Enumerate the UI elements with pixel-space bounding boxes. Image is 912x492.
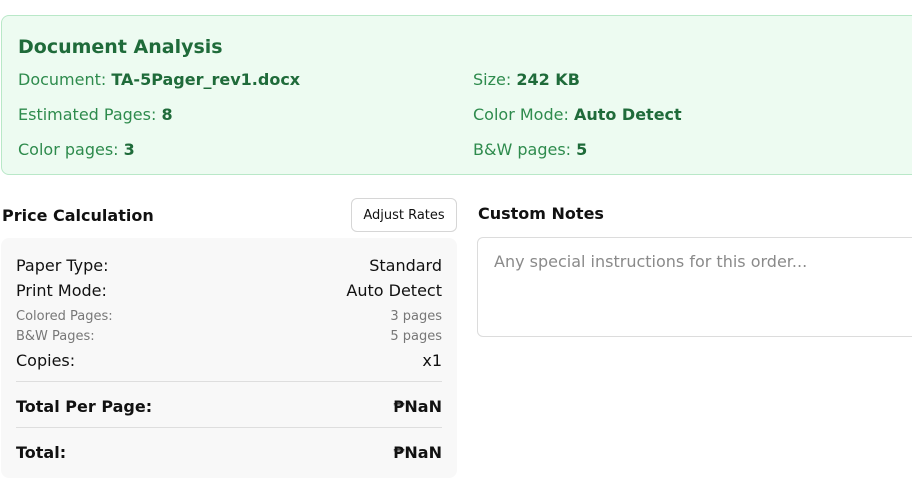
colored-pages-row: Colored Pages: 3 pages bbox=[16, 309, 442, 324]
copies-row: Copies: x1 bbox=[16, 351, 442, 370]
bw-pages-price-row: B&W Pages: 5 pages bbox=[16, 329, 442, 344]
total-value: ₱NaN bbox=[393, 443, 442, 462]
document-analysis-title: Document Analysis bbox=[18, 36, 223, 58]
custom-notes-heading: Custom Notes bbox=[478, 204, 604, 223]
estimated-pages-label: Estimated Pages: bbox=[18, 105, 162, 124]
copies-label: Copies: bbox=[16, 351, 76, 370]
total-per-page-value: ₱NaN bbox=[393, 397, 442, 416]
document-size-row: Size: 242 KB bbox=[473, 70, 580, 89]
price-calculation-heading: Price Calculation bbox=[2, 206, 154, 225]
bw-pages-value: 5 bbox=[576, 140, 588, 159]
colored-pages-value: 3 pages bbox=[390, 309, 442, 324]
bw-pages-price-label: B&W Pages: bbox=[16, 329, 95, 344]
adjust-rates-button[interactable]: Adjust Rates bbox=[351, 198, 457, 232]
document-analysis-card: Document Analysis Document: TA-5Pager_re… bbox=[1, 15, 912, 175]
document-size-value: 242 KB bbox=[516, 70, 580, 89]
color-mode-label: Color Mode: bbox=[473, 105, 574, 124]
document-size-label: Size: bbox=[473, 70, 517, 89]
total-per-page-label: Total Per Page: bbox=[16, 397, 153, 416]
paper-type-value: Standard bbox=[369, 256, 442, 275]
total-per-page-row: Total Per Page: ₱NaN bbox=[16, 397, 442, 416]
color-mode-value: Auto Detect bbox=[573, 105, 682, 124]
paper-type-row: Paper Type: Standard bbox=[16, 256, 442, 275]
total-label: Total: bbox=[16, 443, 67, 462]
color-pages-row: Color pages: 3 bbox=[18, 140, 135, 159]
document-name-value: TA-5Pager_rev1.docx bbox=[111, 70, 301, 89]
price-calculation-panel: Paper Type: Standard Print Mode: Auto De… bbox=[1, 238, 457, 478]
paper-type-label: Paper Type: bbox=[16, 256, 109, 275]
total-divider bbox=[16, 427, 442, 428]
bw-pages-row: B&W pages: 5 bbox=[473, 140, 587, 159]
bw-pages-label: B&W pages: bbox=[473, 140, 577, 159]
custom-notes-textarea[interactable] bbox=[477, 237, 912, 337]
total-row: Total: ₱NaN bbox=[16, 443, 442, 462]
price-divider bbox=[16, 381, 442, 382]
colored-pages-label: Colored Pages: bbox=[16, 309, 113, 324]
estimated-pages-row: Estimated Pages: 8 bbox=[18, 105, 173, 124]
document-name-label: Document: bbox=[18, 70, 112, 89]
print-mode-row: Print Mode: Auto Detect bbox=[16, 281, 442, 300]
print-mode-value: Auto Detect bbox=[346, 281, 442, 300]
document-name-row: Document: TA-5Pager_rev1.docx bbox=[18, 70, 300, 89]
print-order-page: Document Analysis Document: TA-5Pager_re… bbox=[0, 0, 912, 492]
copies-value: x1 bbox=[422, 351, 442, 370]
estimated-pages-value: 8 bbox=[161, 105, 173, 124]
print-mode-label: Print Mode: bbox=[16, 281, 107, 300]
bw-pages-price-value: 5 pages bbox=[390, 329, 442, 344]
color-mode-row: Color Mode: Auto Detect bbox=[473, 105, 682, 124]
color-pages-value: 3 bbox=[123, 140, 135, 159]
color-pages-label: Color pages: bbox=[18, 140, 124, 159]
